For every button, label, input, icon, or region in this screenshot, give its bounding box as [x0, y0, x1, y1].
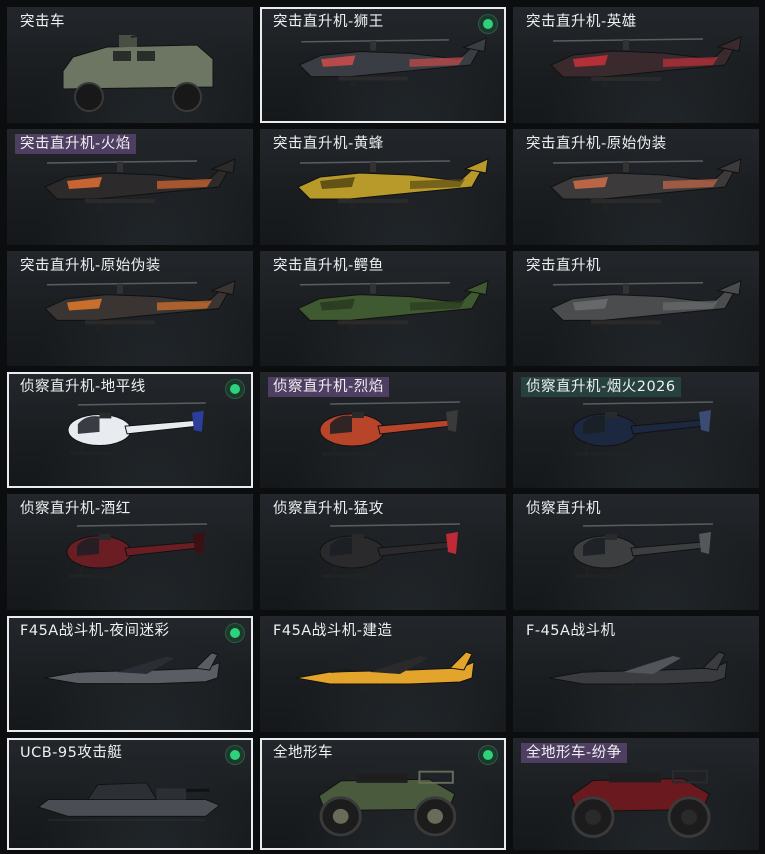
vehicle-card[interactable]: F-45A战斗机 [513, 616, 759, 732]
vehicle-card[interactable]: 侦察直升机-烟火2026 [513, 372, 759, 488]
jet-model [548, 651, 728, 697]
vehicle-name: UCB-95攻击艇 [20, 745, 123, 761]
scout-heli-model [319, 523, 461, 578]
equipped-indicator-icon [226, 624, 244, 642]
vehicle-card[interactable]: 突击直升机 [513, 251, 759, 366]
vehicle-name: 侦察直升机 [526, 501, 601, 517]
vehicle-name: 侦察直升机-地平线 [20, 379, 146, 395]
attack-heli-model [44, 279, 236, 332]
vehicle-name: 侦察直升机-酒红 [20, 501, 131, 517]
vehicle-card[interactable]: 侦察直升机-地平线 [7, 372, 253, 488]
vehicle-card[interactable]: 突击直升机-火焰 [7, 129, 253, 245]
vehicle-card[interactable]: 突击车 [7, 7, 253, 123]
vehicle-name: 突击直升机-火焰 [15, 134, 136, 154]
scout-heli-model [319, 401, 461, 456]
equipped-indicator-icon [226, 380, 244, 398]
attack-heli-model [550, 279, 742, 332]
vehicle-name: 突击车 [20, 14, 65, 30]
vehicle-name: 突击直升机-狮王 [273, 14, 384, 30]
vehicle-name: 侦察直升机-烈焰 [268, 377, 389, 397]
attack-heli-model [44, 158, 236, 210]
vehicle-name: 侦察直升机-猛攻 [273, 501, 384, 517]
vehicle-card[interactable]: F45A战斗机-建造 [260, 616, 506, 732]
vehicle-card[interactable]: F45A战斗机-夜间迷彩 [7, 616, 253, 732]
vehicle-name: F45A战斗机-建造 [273, 623, 393, 639]
scout-heli-model [572, 401, 714, 456]
vehicle-card[interactable]: 突击直升机-鳄鱼 [260, 251, 506, 366]
vehicle-card[interactable]: 突击直升机-原始伪装 [7, 251, 253, 366]
attack-heli-model [297, 279, 489, 332]
vehicle-card[interactable]: 侦察直升机-猛攻 [260, 494, 506, 610]
vehicle-card[interactable]: 侦察直升机-酒红 [7, 494, 253, 610]
vehicle-name: 突击直升机-英雄 [526, 14, 637, 30]
scout-heli-model [67, 402, 206, 455]
attack-heli-model [550, 36, 742, 88]
vehicle-name: 突击直升机-黄蜂 [273, 136, 384, 152]
vehicle-name: 突击直升机 [526, 258, 601, 274]
equipped-indicator-icon [479, 746, 497, 764]
boat-model [37, 782, 221, 821]
jet-model [295, 651, 475, 697]
vehicle-name: 突击直升机-鳄鱼 [273, 258, 384, 274]
armored-car-model [62, 32, 214, 112]
vehicle-name: 突击直升机-原始伪装 [20, 258, 161, 274]
jet-model [44, 652, 221, 696]
atv-model [570, 769, 711, 838]
vehicle-card[interactable]: 突击直升机-狮王 [260, 7, 506, 123]
vehicle-card[interactable]: 全地形车 [260, 738, 506, 850]
vehicle-card[interactable]: 全地形车-纷争 [513, 738, 759, 850]
vehicle-card[interactable]: UCB-95攻击艇 [7, 738, 253, 850]
vehicle-card[interactable]: 突击直升机-英雄 [513, 7, 759, 123]
vehicle-skin-grid: 突击车 突击直升机-狮王 突击直升机-英雄 突击直升机-火焰 突击直升机-黄蜂 突击直升机… [0, 0, 765, 854]
vehicle-name: 全地形车 [273, 745, 333, 761]
vehicle-card[interactable]: 突击直升机-黄蜂 [260, 129, 506, 245]
vehicle-card[interactable]: 突击直升机-原始伪装 [513, 129, 759, 245]
atv-model [318, 770, 457, 837]
vehicle-card[interactable]: 侦察直升机 [513, 494, 759, 610]
vehicle-name: 全地形车-纷争 [521, 743, 627, 763]
vehicle-name: 侦察直升机-烟火2026 [521, 377, 681, 397]
equipped-indicator-icon [226, 746, 244, 764]
scout-heli-model [66, 523, 208, 578]
vehicle-name: 突击直升机-原始伪装 [526, 136, 667, 152]
attack-heli-model [297, 158, 489, 210]
scout-heli-model [572, 523, 714, 578]
attack-heli-model [550, 158, 742, 210]
attack-heli-model [298, 37, 487, 88]
equipped-indicator-icon [479, 15, 497, 33]
vehicle-card[interactable]: 侦察直升机-烈焰 [260, 372, 506, 488]
vehicle-name: F45A战斗机-夜间迷彩 [20, 623, 170, 639]
vehicle-name: F-45A战斗机 [526, 623, 616, 639]
